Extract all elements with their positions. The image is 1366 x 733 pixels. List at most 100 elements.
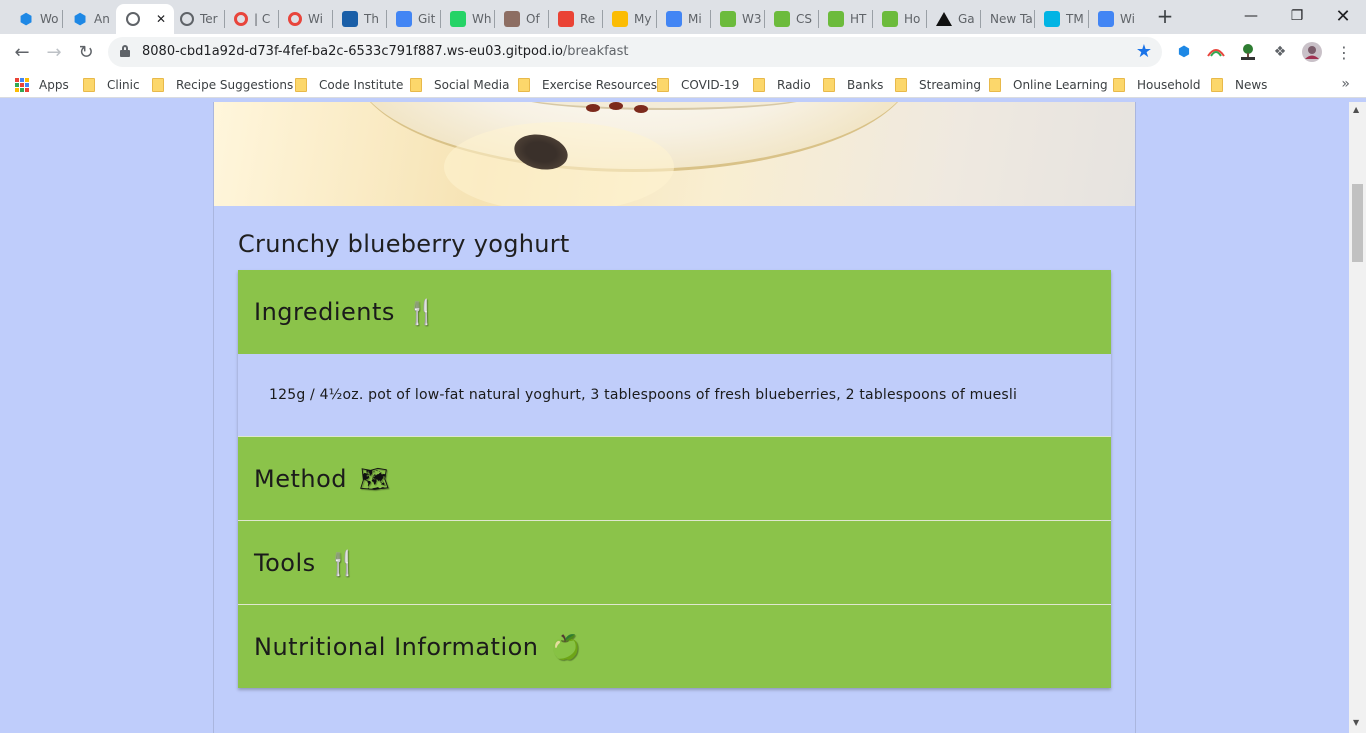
tab-title: Re: [580, 12, 596, 26]
close-window-button[interactable]: ✕: [1320, 0, 1366, 32]
bookmark-news[interactable]: News: [1211, 76, 1267, 94]
tab-title: Of: [526, 12, 540, 26]
bookmark-label: Code Institute: [319, 78, 404, 92]
recipe-hero-image: [214, 102, 1135, 206]
browser-tab[interactable]: Mi: [656, 4, 710, 34]
page-viewport: Crunchy blueberry yoghurt Ingredients 🍴 …: [0, 102, 1349, 733]
browser-tab[interactable]: Wi: [278, 4, 332, 34]
folder-icon: [657, 78, 669, 92]
apps-grid-icon: [15, 78, 29, 92]
bookmark-covid-19[interactable]: COVID-19: [657, 76, 739, 94]
minimize-button[interactable]: —: [1228, 0, 1274, 32]
bookmarks-overflow-button[interactable]: »: [1341, 76, 1350, 92]
bookmark-star-icon[interactable]: ★: [1136, 41, 1152, 62]
rainbow-extension-icon[interactable]: [1206, 42, 1226, 62]
page-scrollbar[interactable]: ▲ ▼: [1349, 102, 1366, 733]
extensions-puzzle-icon[interactable]: ❖: [1270, 42, 1290, 62]
accordion-header-ingredients[interactable]: Ingredients 🍴: [238, 270, 1111, 354]
whatsapp-icon: [450, 11, 466, 27]
tab-title: TM: [1066, 12, 1084, 26]
tree-extension-icon[interactable]: [1238, 42, 1258, 62]
section-label: Ingredients: [254, 298, 395, 326]
bookmark-label: News: [1235, 78, 1268, 92]
back-button[interactable]: ←: [11, 41, 33, 63]
tab-title: Wi: [308, 12, 323, 26]
bookmark-radio[interactable]: Radio: [753, 76, 811, 94]
bookmark-clinic[interactable]: Clinic: [83, 76, 140, 94]
browser-tab[interactable]: CS: [764, 4, 818, 34]
scrollbar-thumb[interactable]: [1352, 184, 1363, 262]
bookmark-recipe-suggestions[interactable]: Recipe Suggestions: [152, 76, 293, 94]
browser-tab[interactable]: My: [602, 4, 656, 34]
utensils-icon: 🍴: [406, 298, 438, 326]
bookmark-label: Exercise Resources: [542, 78, 658, 92]
browser-tab[interactable]: W3: [710, 4, 764, 34]
folder-icon: [152, 78, 164, 92]
folder-icon: [753, 78, 765, 92]
gitpod-icon: ⬢: [73, 10, 87, 28]
reload-button[interactable]: ↻: [75, 41, 97, 63]
folder-icon: [1113, 78, 1125, 92]
url-host: 8080-cbd1a92d-d73f-4fef-ba2c-6533c791f88…: [142, 44, 563, 59]
accordion-header-nutritional-information[interactable]: Nutritional Information 🍏: [238, 604, 1111, 688]
bookmark-code-institute[interactable]: Code Institute: [295, 76, 403, 94]
tmdb-icon: [1044, 11, 1060, 27]
browser-tab[interactable]: Wh: [440, 4, 494, 34]
restore-button[interactable]: ❐: [1274, 0, 1320, 32]
url-text: 8080-cbd1a92d-d73f-4fef-ba2c-6533c791f88…: [142, 44, 629, 59]
browser-tab[interactable]: Ga: [926, 4, 980, 34]
bookmark-label: Streaming: [919, 78, 981, 92]
recipe-accordion: Ingredients 🍴 125g / 4½oz. pot of low-fa…: [238, 270, 1111, 688]
section-label: Nutritional Information: [254, 632, 539, 661]
bookmark-banks[interactable]: Banks: [823, 76, 883, 94]
browser-tab[interactable]: Git: [386, 4, 440, 34]
tab-title: | C: [254, 12, 271, 26]
browser-tab[interactable]: Re: [548, 4, 602, 34]
browser-tab[interactable]: ⬢ Wo: [8, 4, 62, 34]
scroll-down-arrow-icon[interactable]: ▼: [1353, 718, 1359, 727]
bookmark-online-learning[interactable]: Online Learning: [989, 76, 1108, 94]
browser-tab[interactable]: New Ta: [980, 4, 1034, 34]
folder-icon: [518, 78, 530, 92]
bookmark-social-media[interactable]: Social Media: [410, 76, 509, 94]
browser-tab[interactable]: Of: [494, 4, 548, 34]
browser-menu-icon[interactable]: ⋮: [1334, 42, 1354, 62]
gitpod-extension-icon[interactable]: ⬢: [1174, 42, 1194, 62]
crest-icon: [504, 11, 520, 27]
bookmark-apps[interactable]: Apps: [15, 76, 69, 94]
forward-button[interactable]: →: [43, 41, 65, 63]
close-tab-icon[interactable]: ✕: [156, 12, 166, 26]
browser-tab[interactable]: Ter: [170, 4, 224, 34]
tab-title: Mi: [688, 12, 702, 26]
opera-icon: [288, 12, 302, 26]
browser-tab[interactable]: Ho: [872, 4, 926, 34]
globe-icon: [180, 12, 194, 26]
bookmark-label: Banks: [847, 78, 884, 92]
browser-tab[interactable]: TM: [1034, 4, 1088, 34]
scroll-up-arrow-icon[interactable]: ▲: [1353, 105, 1359, 114]
w3c-icon: [774, 11, 790, 27]
browser-tab[interactable]: HT: [818, 4, 872, 34]
new-tab-button[interactable]: +: [1156, 6, 1174, 26]
folder-icon: [823, 78, 835, 92]
browser-tab[interactable]: | C: [224, 4, 278, 34]
profile-avatar[interactable]: [1302, 42, 1322, 62]
accordion-header-tools[interactable]: Tools 🍴: [238, 520, 1111, 604]
browser-tab[interactable]: Wi: [1088, 4, 1142, 34]
bookmark-streaming[interactable]: Streaming: [895, 76, 981, 94]
bookmarks-bar: Apps Clinic Recipe Suggestions Code Inst…: [0, 70, 1366, 98]
folder-icon: [295, 78, 307, 92]
bookmark-exercise-resources[interactable]: Exercise Resources: [518, 76, 657, 94]
address-bar[interactable]: 8080-cbd1a92d-d73f-4fef-ba2c-6533c791f88…: [108, 37, 1162, 67]
browser-tab[interactable]: Th: [332, 4, 386, 34]
browser-toolbar: ← → ↻ 8080-cbd1a92d-d73f-4fef-ba2c-6533c…: [0, 34, 1366, 70]
bookmark-label: Online Learning: [1013, 78, 1108, 92]
accordion-header-method[interactable]: Method 🗺: [238, 436, 1111, 520]
bookmark-household[interactable]: Household: [1113, 76, 1201, 94]
tab-title: Ter: [200, 12, 218, 26]
w3c-icon: [720, 11, 736, 27]
browser-tab[interactable]: ⬢ An: [62, 4, 116, 34]
bookmark-label: Social Media: [434, 78, 510, 92]
apple-icon: 🍏: [550, 632, 581, 661]
browser-tab[interactable]: ✕: [116, 4, 174, 34]
